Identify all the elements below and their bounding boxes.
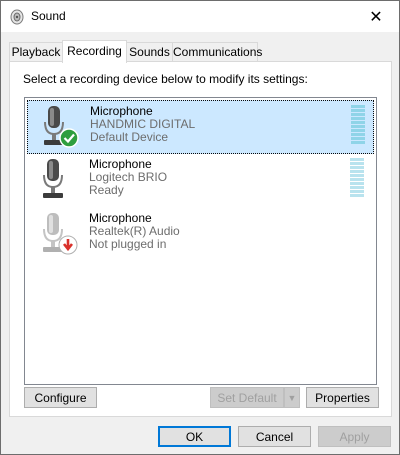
properties-button[interactable]: Properties [306, 387, 379, 408]
device-item-handmic[interactable]: Microphone HANDMIC DIGITAL Default Devic… [27, 100, 374, 154]
set-default-label: Set Default [217, 391, 277, 405]
device-driver: HANDMIC DIGITAL [90, 117, 196, 131]
ok-label: OK [185, 430, 204, 444]
microphone-default-check-icon [44, 106, 79, 148]
device-name: Microphone [89, 211, 152, 225]
tab-playback[interactable]: Playback [9, 42, 63, 62]
device-status: Not plugged in [89, 237, 167, 251]
recording-panel: Select a recording device below to modif… [9, 61, 392, 417]
tab-communications[interactable]: Communications [172, 42, 262, 62]
apply-button[interactable]: Apply [318, 426, 391, 447]
level-meter [351, 105, 365, 149]
close-icon: ✕ [369, 8, 383, 26]
device-list[interactable]: Microphone HANDMIC DIGITAL Default Devic… [24, 97, 377, 385]
microphone-unplugged-icon [43, 213, 78, 255]
chevron-down-icon: ▼ [287, 392, 297, 403]
configure-label: Configure [34, 391, 87, 405]
close-button[interactable]: ✕ [353, 1, 399, 32]
apply-label: Apply [339, 430, 370, 444]
device-status: Ready [89, 183, 124, 197]
device-item-logitech-brio[interactable]: Microphone Logitech BRIO Ready [27, 154, 372, 206]
properties-label: Properties [315, 391, 370, 405]
configure-button[interactable]: Configure [24, 387, 97, 408]
device-driver: Logitech BRIO [89, 170, 168, 184]
device-driver: Realtek(R) Audio [89, 224, 180, 238]
device-name: Microphone [89, 157, 152, 171]
instruction-text: Select a recording device below to modif… [23, 72, 308, 86]
device-name: Microphone [90, 104, 153, 118]
device-item-realtek[interactable]: Microphone Realtek(R) Audio Not plugged … [27, 208, 372, 260]
set-default-button[interactable]: Set Default [210, 387, 284, 408]
tab-recording[interactable]: Recording [62, 40, 127, 63]
title-bar[interactable]: Sound ✕ [1, 1, 399, 32]
cancel-button[interactable]: Cancel [238, 426, 311, 447]
sound-dialog: Sound ✕ Playback Recording Sounds Commun… [0, 0, 400, 455]
cancel-label: Cancel [255, 430, 294, 444]
speaker-icon [10, 9, 24, 25]
level-meter [350, 158, 364, 202]
microphone-icon [43, 159, 63, 198]
tab-sounds[interactable]: Sounds [126, 42, 173, 62]
device-status: Default Device [90, 130, 169, 144]
set-default-dropdown[interactable]: ▼ [284, 387, 300, 408]
ok-button[interactable]: OK [158, 426, 231, 447]
window-title: Sound [31, 9, 66, 23]
